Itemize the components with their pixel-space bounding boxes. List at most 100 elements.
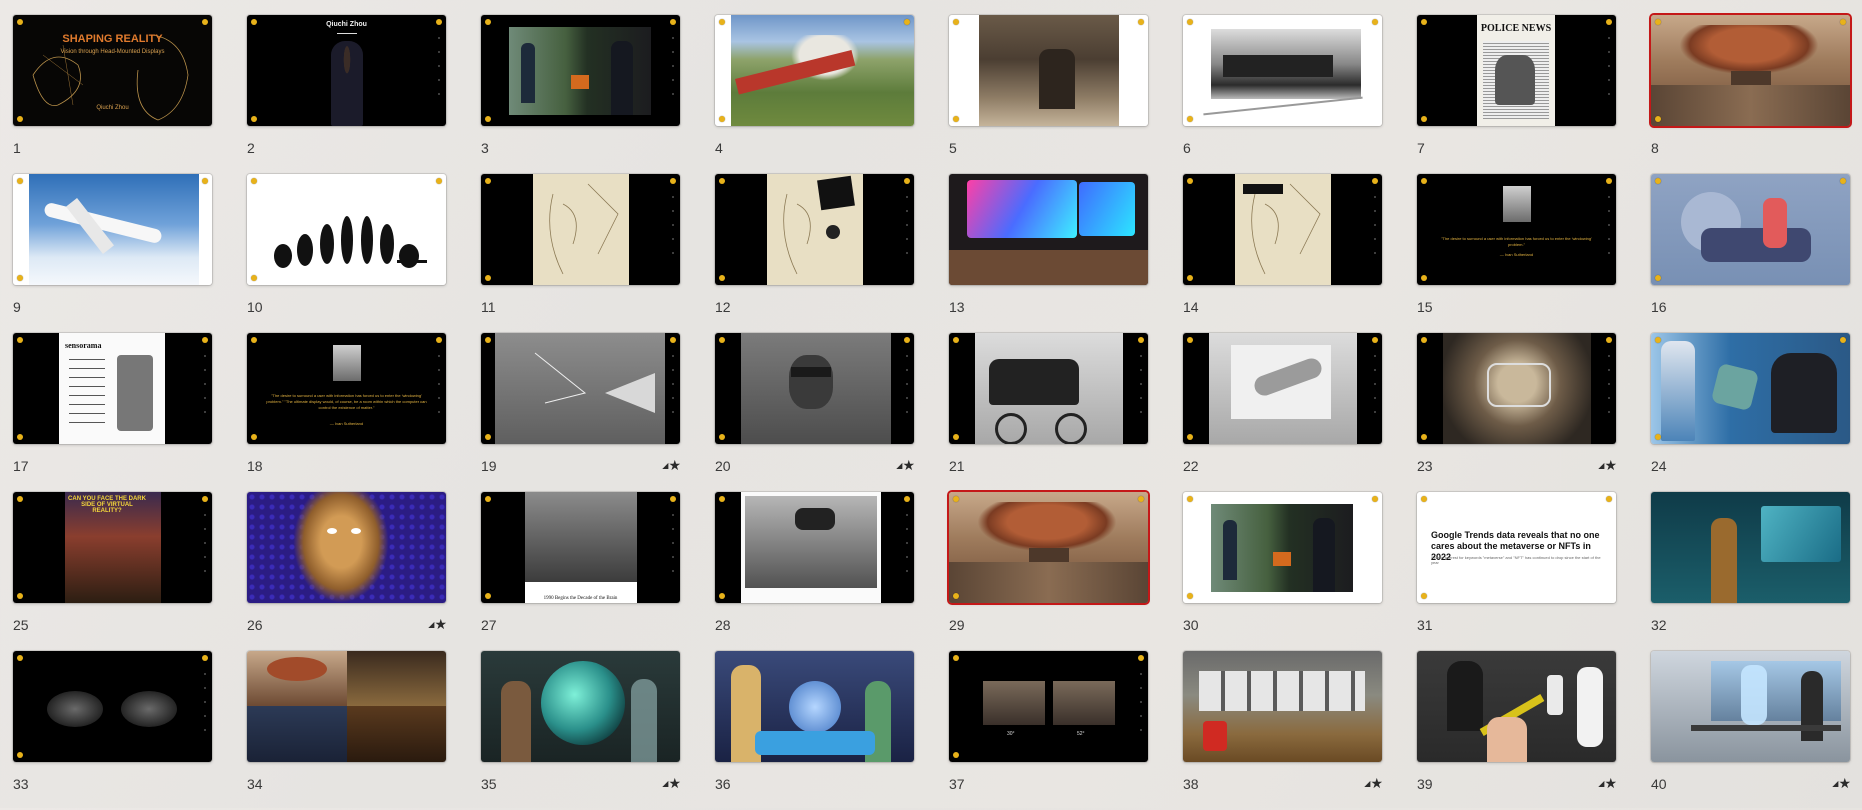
- slide-thumbnail[interactable]: [13, 174, 212, 285]
- slide-thumbnail[interactable]: [481, 174, 680, 285]
- slide-tile[interactable]: 30° 52° 37: [949, 651, 1148, 810]
- slide-marker-icon: [485, 116, 491, 122]
- slide-thumbnail[interactable]: [1183, 492, 1382, 603]
- slide-thumbnail[interactable]: [247, 651, 446, 762]
- slide-thumbnail[interactable]: [1651, 15, 1850, 126]
- slide-thumbnail[interactable]: [1183, 15, 1382, 126]
- slide-thumbnail[interactable]: [715, 333, 914, 444]
- slide-marker-icon: [202, 337, 208, 343]
- slide-tile[interactable]: 9: [13, 174, 212, 333]
- slide-tile[interactable]: 10: [247, 174, 446, 333]
- slide-tile[interactable]: POLICE NEWS 7: [1417, 15, 1616, 174]
- slide-tile[interactable]: "The desire to surround a user with info…: [1417, 174, 1616, 333]
- slide-marker-icon: [953, 655, 959, 661]
- slide-marker-icon: [202, 19, 208, 25]
- slide-quote-attribution: — Ivan Sutherland: [1499, 252, 1534, 257]
- slide-thumbnail[interactable]: [247, 492, 446, 603]
- slide-tile[interactable]: 38 ◢★: [1183, 651, 1383, 810]
- slide-marker-icon: [1187, 116, 1193, 122]
- slide-tile[interactable]: 32: [1651, 492, 1850, 651]
- slide-tile[interactable]: 13: [949, 174, 1148, 333]
- slide-thumbnail[interactable]: POLICE NEWS: [1417, 15, 1616, 126]
- slide-thumbnail[interactable]: [949, 333, 1148, 444]
- slide-tile[interactable]: 36: [715, 651, 914, 810]
- slide-thumbnail[interactable]: [481, 15, 680, 126]
- slide-thumbnail[interactable]: 1990 Begins the Decade of the Brain: [481, 492, 680, 603]
- slide-tile[interactable]: 33: [13, 651, 212, 810]
- slide-marker-icon: [1187, 593, 1193, 599]
- slide-tile[interactable]: 30: [1183, 492, 1382, 651]
- slide-thumbnail[interactable]: [1651, 333, 1850, 444]
- slide-number: 10: [247, 299, 263, 315]
- slide-thumbnail[interactable]: [715, 651, 914, 762]
- slide-thumbnail[interactable]: [13, 651, 212, 762]
- slide-tile[interactable]: 22: [1183, 333, 1382, 492]
- slide-tile[interactable]: 26 ◢★: [247, 492, 447, 651]
- slide-thumbnail[interactable]: [481, 651, 680, 762]
- slide-marker-icon: [436, 19, 442, 25]
- slide-marker-icon: [17, 593, 23, 599]
- slide-thumbnail[interactable]: "The desire to surround a user with info…: [1417, 174, 1616, 285]
- slide-tile[interactable]: CAN YOU FACE THE DARK SIDE OF VIRTUAL RE…: [13, 492, 212, 651]
- slide-tile[interactable]: 39 ◢★: [1417, 651, 1617, 810]
- slide-thumbnail[interactable]: "The desire to surround a user with info…: [247, 333, 446, 444]
- slide-marker-icon: [1138, 337, 1144, 343]
- slide-tile[interactable]: 11: [481, 174, 680, 333]
- slide-thumbnail[interactable]: [1651, 492, 1850, 603]
- slide-thumbnail[interactable]: [715, 15, 914, 126]
- police-news-title: POLICE NEWS: [1480, 23, 1552, 34]
- slide-thumbnail[interactable]: [481, 333, 680, 444]
- slide-tile[interactable]: 5: [949, 15, 1148, 174]
- slide-tile[interactable]: 4: [715, 15, 914, 174]
- slide-tile[interactable]: 19 ◢★: [481, 333, 681, 492]
- slide-tile[interactable]: 34: [247, 651, 446, 810]
- slide-thumbnail[interactable]: [1651, 174, 1850, 285]
- slide-marker-icon: [485, 496, 491, 502]
- slide-thumbnail[interactable]: [715, 492, 914, 603]
- slide-tile[interactable]: 35 ◢★: [481, 651, 681, 810]
- slide-thumbnail[interactable]: Qiuchi Zhou: [247, 15, 446, 126]
- slide-tile[interactable]: 23 ◢★: [1417, 333, 1617, 492]
- slide-number: 19: [481, 458, 497, 474]
- slide-tile[interactable]: sensorama 17: [13, 333, 212, 492]
- slide-thumbnail[interactable]: [949, 15, 1148, 126]
- slide-tile[interactable]: "The desire to surround a user with info…: [247, 333, 446, 492]
- slide-thumbnail[interactable]: CAN YOU FACE THE DARK SIDE OF VIRTUAL RE…: [13, 492, 212, 603]
- build-animation-icon: ◢★: [1598, 775, 1617, 791]
- slide-thumbnail[interactable]: Google Trends data reveals that no one c…: [1417, 492, 1616, 603]
- slide-marker-icon: [17, 275, 23, 281]
- slide-tile[interactable]: 29: [949, 492, 1148, 651]
- slide-thumbnail[interactable]: [1651, 651, 1850, 762]
- slide-thumbnail[interactable]: [1417, 333, 1616, 444]
- slide-tile[interactable]: 21: [949, 333, 1148, 492]
- slide-thumbnail[interactable]: [1183, 174, 1382, 285]
- slide-thumbnail[interactable]: sensorama: [13, 333, 212, 444]
- slide-tile[interactable]: SHAPING REALITY Vision through Head-Mount…: [13, 15, 212, 174]
- slide-tile[interactable]: 1990 Begins the Decade of the Brain 27: [481, 492, 680, 651]
- slide-tile[interactable]: 28: [715, 492, 914, 651]
- slide-tile[interactable]: Google Trends data reveals that no one c…: [1417, 492, 1616, 651]
- slide-tile[interactable]: 6: [1183, 15, 1382, 174]
- slide-marker-icon: [953, 434, 959, 440]
- slide-thumbnail[interactable]: [949, 174, 1148, 285]
- slide-tile[interactable]: 12: [715, 174, 914, 333]
- slide-thumbnail[interactable]: [1183, 333, 1382, 444]
- slide-thumbnail[interactable]: SHAPING REALITY Vision through Head-Mount…: [13, 15, 212, 126]
- slide-marker-icon: [1655, 434, 1661, 440]
- slide-tile[interactable]: 8: [1651, 15, 1850, 174]
- slide-marker-icon: [904, 496, 910, 502]
- slide-tile[interactable]: 16: [1651, 174, 1850, 333]
- slide-thumbnail[interactable]: 30° 52°: [949, 651, 1148, 762]
- slide-thumbnail[interactable]: [715, 174, 914, 285]
- slide-tile[interactable]: 24: [1651, 333, 1850, 492]
- slide-tile[interactable]: 40 ◢★: [1651, 651, 1851, 810]
- slide-thumbnail[interactable]: [1417, 651, 1616, 762]
- slide-thumbnail[interactable]: [949, 492, 1148, 603]
- build-animation-icon: ◢★: [662, 457, 681, 473]
- slide-tile[interactable]: 14: [1183, 174, 1382, 333]
- slide-tile[interactable]: 20 ◢★: [715, 333, 915, 492]
- slide-thumbnail[interactable]: [1183, 651, 1382, 762]
- slide-tile[interactable]: 3: [481, 15, 680, 174]
- slide-tile[interactable]: Qiuchi Zhou 2: [247, 15, 446, 174]
- slide-thumbnail[interactable]: [247, 174, 446, 285]
